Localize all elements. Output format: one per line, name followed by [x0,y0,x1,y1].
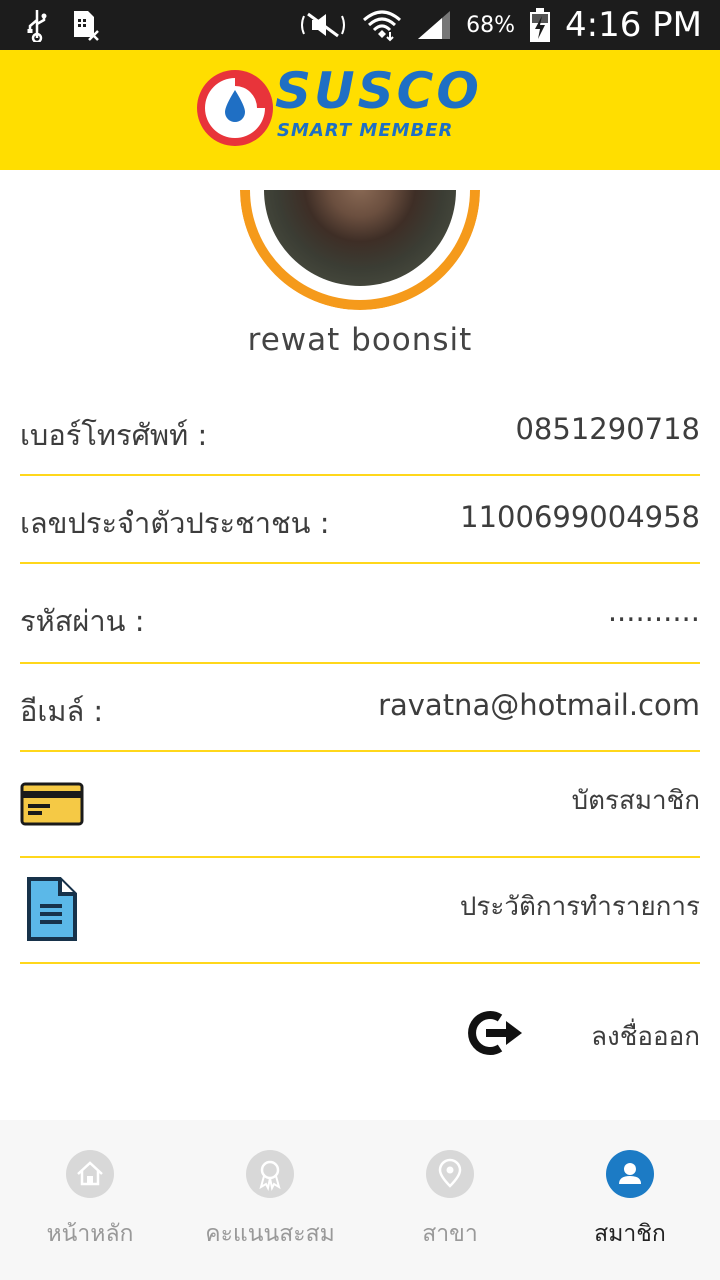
phone-label: เบอร์โทรศัพท์ : [20,418,208,452]
bottom-navigation: หน้าหลัก คะแนนสะสม สาขา สมาชิก [0,1120,720,1280]
transaction-history-label: ประวัติการทำรายการ [459,892,700,922]
nav-home-label: หน้าหลัก [46,1221,134,1247]
clock: 4:16 PM [565,5,702,45]
password-row: รหัสผ่าน : .......... [20,564,700,664]
award-icon [246,1150,294,1198]
nav-home[interactable]: หน้าหลัก [0,1120,180,1280]
profile-name: rewat boonsit [247,322,473,358]
nav-member[interactable]: สมาชิก [540,1120,720,1280]
logout-button[interactable]: ลงชื่อออก [466,1008,706,1062]
nav-member-label: สมาชิก [594,1221,666,1247]
location-pin-icon [426,1150,474,1198]
wifi-icon [363,10,402,42]
user-icon [606,1150,654,1198]
password-label: รหัสผ่าน : [20,604,145,638]
battery-charging-icon [530,8,550,42]
nav-branches-label: สาขา [422,1221,478,1247]
signal-icon [418,11,451,39]
home-icon [66,1150,114,1198]
logo-text: SUSCO [275,62,482,120]
nav-branches[interactable]: สาขา [360,1120,540,1280]
email-row: อีเมล์ : ravatna@hotmail.com [20,664,700,752]
logo-drop-emblem [197,70,273,146]
nav-points[interactable]: คะแนนสะสม [180,1120,360,1280]
nav-points-label: คะแนนสะสม [205,1221,335,1247]
email-value: ravatna@hotmail.com [378,688,700,722]
credit-card-icon [20,782,84,826]
no-sim-icon [74,11,99,41]
logout-label: ลงชื่อออก [591,1022,700,1052]
member-card-label: บัตรสมาชิก [571,786,700,816]
transaction-history-button[interactable]: ประวัติการทำรายการ [20,858,700,964]
logout-icon [468,1011,522,1055]
mute-icon [301,12,346,38]
status-bar: 68% 4:16 PM [0,0,720,50]
email-label: อีเมล์ : [20,694,104,728]
susco-logo: SUSCO SMART MEMBER [195,62,530,150]
id-card-row: เลขประจำตัวประชาชน : 1100699004958 [20,476,700,564]
id-card-label: เลขประจำตัวประชาชน : [20,506,330,540]
app-header: SUSCO SMART MEMBER [0,50,720,170]
phone-value: 0851290718 [515,412,700,446]
member-card-button[interactable]: บัตรสมาชิก [20,752,700,858]
password-value: .......... [607,594,700,628]
usb-icon [27,10,47,42]
status-right-icons: 68% 4:16 PM [298,0,702,50]
status-left-icons [26,8,100,42]
document-icon [27,877,77,941]
logo-subtext: SMART MEMBER [277,120,454,141]
battery-percent: 68% [466,12,515,38]
id-card-value: 1100699004958 [460,500,700,534]
phone-row: เบอร์โทรศัพท์ : 0851290718 [20,392,700,476]
